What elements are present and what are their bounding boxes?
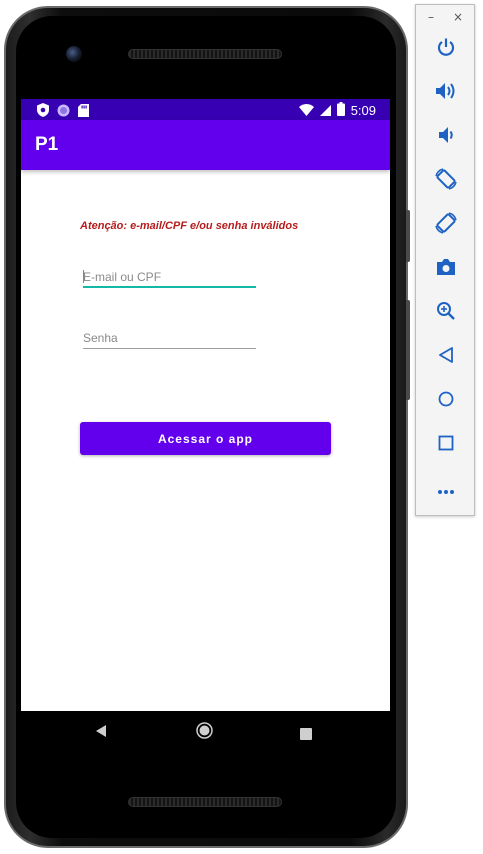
more-icon <box>437 480 455 499</box>
access-app-button[interactable]: Acessar o app <box>80 422 331 455</box>
emu-home-button[interactable] <box>430 385 462 417</box>
rotate-right-icon <box>434 211 458 239</box>
back-icon <box>438 347 454 367</box>
recents-icon <box>300 725 312 744</box>
rotate-left-button[interactable] <box>430 165 462 197</box>
nav-back-button[interactable] <box>95 723 107 742</box>
volume-up-button[interactable] <box>430 77 462 109</box>
battery-icon <box>336 101 345 120</box>
sd-card-icon <box>78 102 89 121</box>
phone-volume-button <box>406 210 410 262</box>
volume-down-icon <box>436 125 456 149</box>
nav-recents-button[interactable] <box>300 725 312 744</box>
emu-back-button[interactable] <box>430 341 462 373</box>
more-button[interactable] <box>430 473 462 505</box>
volume-down-button[interactable] <box>430 121 462 153</box>
camera-icon <box>436 258 456 280</box>
rotate-left-icon <box>434 167 458 195</box>
minimize-button[interactable]: – <box>428 10 434 24</box>
circle-icon <box>57 102 70 121</box>
close-button[interactable]: × <box>453 10 463 24</box>
screenshot-button[interactable] <box>430 253 462 285</box>
volume-up-icon <box>435 81 457 105</box>
device-screen: 5:09 P1 Atenção: e-mail/CPF e/ou senha i… <box>21 99 390 711</box>
status-bar: 5:09 <box>21 99 390 120</box>
emulator-toolbar: – × <box>415 4 475 516</box>
power-icon <box>436 37 456 61</box>
navigation-bar <box>21 711 390 755</box>
zoom-icon <box>436 301 456 325</box>
status-time: 5:09 <box>350 103 376 118</box>
app-bar: P1 <box>21 120 390 170</box>
zoom-button[interactable] <box>430 297 462 329</box>
back-icon <box>95 723 107 742</box>
app-title: P1 <box>35 134 59 155</box>
home-icon <box>438 391 454 411</box>
home-icon <box>196 722 213 743</box>
wifi-icon <box>298 101 314 120</box>
top-speaker <box>128 49 282 59</box>
email-field[interactable] <box>83 266 256 288</box>
emu-overview-button[interactable] <box>430 429 462 461</box>
login-error-message: Atenção: e-mail/CPF e/ou senha inválidos <box>80 220 299 232</box>
phone-power-button <box>406 300 410 400</box>
rotate-right-button[interactable] <box>430 209 462 241</box>
email-input[interactable] <box>83 266 256 288</box>
nav-home-button[interactable] <box>196 722 213 743</box>
password-underline <box>83 348 256 349</box>
front-camera <box>66 46 82 62</box>
signal-icon <box>319 101 331 120</box>
power-button[interactable] <box>430 33 462 65</box>
shield-icon <box>37 102 49 121</box>
overview-icon <box>438 435 454 455</box>
bottom-speaker <box>128 797 282 807</box>
email-underline <box>83 286 256 288</box>
password-field[interactable] <box>83 327 256 349</box>
password-input[interactable] <box>83 327 256 349</box>
